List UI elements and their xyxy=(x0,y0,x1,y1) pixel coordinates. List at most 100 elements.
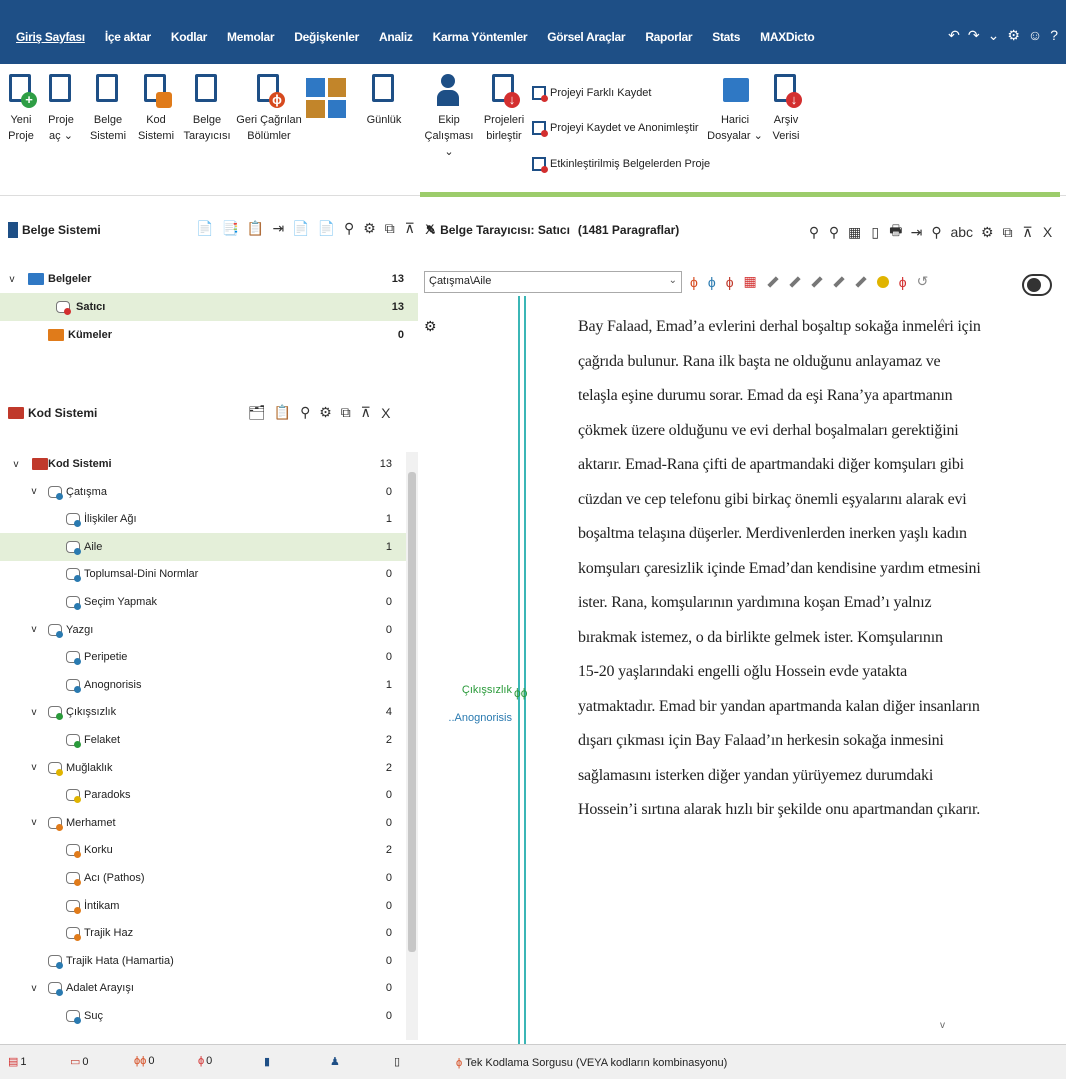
undo-icon[interactable]: ↶ xyxy=(948,27,960,44)
code-system-row[interactable]: Paradoks 0 xyxy=(0,781,418,809)
status-codes[interactable]: ▭ 0 xyxy=(70,1055,89,1069)
customize-icon[interactable]: ⌄ xyxy=(988,27,1000,44)
redo-icon[interactable]: ↷ xyxy=(968,27,980,44)
code-system-row[interactable]: Seçim Yapmak 0 xyxy=(0,588,418,616)
menu-tab-5[interactable]: Analiz xyxy=(369,30,423,44)
expand-toggle-icon[interactable]: v xyxy=(6,274,18,285)
document-scroll-up-icon[interactable]: ^ xyxy=(940,318,945,329)
code-system-row[interactable]: v Yazgı 0 xyxy=(0,616,418,644)
code-mark-anognorisis[interactable]: ..Anognorisis xyxy=(430,712,512,724)
document-system-tool-icon-5[interactable]: 📄 xyxy=(318,220,335,237)
document-system-tool-icon-9[interactable]: ⊼ xyxy=(404,220,416,237)
menu-tab-3[interactable]: Memolar xyxy=(217,30,284,44)
code-area-icon[interactable]: ▦ xyxy=(744,273,757,290)
expand-toggle-icon[interactable]: v xyxy=(10,459,22,470)
code-system-row[interactable]: Trajik Hata (Hamartia) 0 xyxy=(0,947,418,975)
highlight-pen-icon-3[interactable] xyxy=(811,275,823,288)
highlight-pen-icon-5[interactable] xyxy=(855,275,867,288)
document-system-tool-icon-7[interactable]: ⚙ xyxy=(363,220,376,237)
document-browser-button[interactable]: Belge Tarayıcısı xyxy=(182,72,232,144)
code-system-button[interactable]: Kod Sistemi xyxy=(134,72,178,144)
document-browser-tool-icon-8[interactable]: ⚙ xyxy=(981,224,994,241)
settings-gear-icon[interactable]: ⚙ xyxy=(424,318,437,335)
document-browser-tool-icon-5[interactable]: ⇥ xyxy=(910,224,923,241)
document-browser-tool-icon-9[interactable]: ⧉ xyxy=(1002,224,1014,241)
code-system-tool-icon-5[interactable]: ⊼ xyxy=(360,404,372,421)
expand-toggle-icon[interactable]: v xyxy=(28,983,40,994)
document-browser-tool-icon-7[interactable]: abc xyxy=(950,224,973,240)
code-system-tool-icon-6[interactable]: X xyxy=(380,405,392,421)
save-as-button[interactable]: Projeyi Farklı Kaydet xyxy=(532,86,651,102)
project-from-activated-button[interactable]: Etkinleştirilmiş Belgelerden Proje xyxy=(532,157,710,173)
document-system-tool-icon-0[interactable]: 📄 xyxy=(196,220,213,237)
status-user[interactable]: ♟ xyxy=(330,1055,340,1068)
code-system-row[interactable]: v Çatışma 0 xyxy=(0,478,418,506)
status-documents[interactable]: ▤ 1 xyxy=(8,1055,27,1069)
document-browser-tool-icon-3[interactable]: ▯ xyxy=(869,224,881,241)
code-system-row[interactable]: Felaket 2 xyxy=(0,726,418,754)
document-scroll-down-icon[interactable]: v xyxy=(940,1020,945,1031)
document-system-row[interactable]: Satıcı 13 xyxy=(0,293,418,321)
mode-toggle[interactable] xyxy=(1022,274,1052,296)
code-system-row[interactable]: v Merhamet 0 xyxy=(0,809,418,837)
code-system-row[interactable]: v Kod Sistemi 13 xyxy=(0,450,418,478)
highlight-pen-icon-2[interactable] xyxy=(789,275,801,288)
code-system-row[interactable]: Suç 0 xyxy=(0,1002,418,1030)
code-system-row[interactable]: Anognorisis 1 xyxy=(0,671,418,699)
expand-toggle-icon[interactable]: v xyxy=(28,817,40,828)
code-system-tool-icon-1[interactable]: 📋 xyxy=(274,404,291,421)
code-in-vivo-icon[interactable]: ϕ xyxy=(708,274,716,290)
code-marker-icon[interactable]: ϕ xyxy=(899,274,907,290)
expand-toggle-icon[interactable]: v xyxy=(28,486,40,497)
code-system-row[interactable]: Toplumsal-Dini Normlar 0 xyxy=(0,560,418,588)
document-system-tool-icon-1[interactable]: 📑 xyxy=(221,220,238,237)
logbook-button[interactable]: Günlük xyxy=(360,72,408,128)
document-system-row[interactable]: v Belgeler 13 xyxy=(0,265,418,293)
document-system-row[interactable]: Kümeler 0 xyxy=(0,321,418,349)
merge-projects-button[interactable]: ↓ Projeleri birleştir xyxy=(480,72,528,144)
status-page[interactable]: ▯ xyxy=(394,1055,400,1068)
expand-toggle-icon[interactable]: v xyxy=(28,707,40,718)
document-system-tool-icon-4[interactable]: 📄 xyxy=(292,220,309,237)
document-system-tool-icon-2[interactable]: 📋 xyxy=(247,220,264,237)
code-system-row[interactable]: Trajik Haz 0 xyxy=(0,919,418,947)
highlight-pen-icon[interactable] xyxy=(767,275,779,288)
expand-toggle-icon[interactable]: v xyxy=(28,624,40,635)
highlight-pen-icon-4[interactable] xyxy=(833,275,845,288)
document-system-tool-icon-3[interactable]: ⇥ xyxy=(272,220,284,237)
document-browser-tool-icon-10[interactable]: ⊼ xyxy=(1022,224,1034,241)
document-browser-tool-icon-0[interactable]: ⚲ xyxy=(808,224,820,241)
code-mark-cikissizlik[interactable]: Çıkışsızlık xyxy=(430,684,512,696)
document-browser-tool-icon-6[interactable]: ⚲ xyxy=(930,224,942,241)
code-system-row[interactable]: Korku 2 xyxy=(0,836,418,864)
code-filter-select[interactable]: Çatışma\Aile ⌄ xyxy=(424,271,682,293)
document-system-tool-icon-6[interactable]: ⚲ xyxy=(343,220,355,237)
menu-tab-9[interactable]: Stats xyxy=(702,30,750,44)
coding-query-status[interactable]: ϕ Tek Kodlama Sorgusu (VEYA kodların kom… xyxy=(456,1057,727,1069)
document-browser-tool-icon-1[interactable]: ⚲ xyxy=(828,224,840,241)
document-system-button[interactable]: Belge Sistemi xyxy=(84,72,132,144)
code-system-row[interactable]: Acı (Pathos) 0 xyxy=(0,864,418,892)
menu-tab-7[interactable]: Görsel Araçlar xyxy=(537,30,635,44)
code-system-row[interactable]: v Adalet Arayışı 0 xyxy=(0,974,418,1002)
color-dot-icon[interactable] xyxy=(876,275,889,288)
retrieved-segments-button[interactable]: ϕ Geri Çağrılan Bölümler xyxy=(236,72,302,144)
settings-icon[interactable]: ⚙ xyxy=(1007,27,1020,44)
document-text[interactable]: Bay Falaad, Emad’a evlerini derhal boşal… xyxy=(578,318,981,836)
menu-tab-6[interactable]: Karma Yöntemler xyxy=(423,30,538,44)
help-icon[interactable]: ? xyxy=(1050,27,1058,44)
code-system-row[interactable]: İlişkiler Ağı 1 xyxy=(0,505,418,533)
code-system-tool-icon-4[interactable]: ⧉ xyxy=(340,404,352,421)
menu-tab-0[interactable]: Giriş Sayfası xyxy=(6,30,95,44)
code-system-row[interactable]: v Çıkışsızlık 4 xyxy=(0,698,418,726)
status-segments[interactable]: ϕϕ 0 xyxy=(134,1055,154,1067)
code-icon[interactable]: ϕ xyxy=(690,274,698,290)
code-system-scroll-thumb[interactable] xyxy=(408,472,416,952)
status-doc-group[interactable]: ▮ xyxy=(264,1055,270,1068)
code-system-row[interactable]: Peripetie 0 xyxy=(0,643,418,671)
open-project-button[interactable]: Proje aç ⌄ xyxy=(40,72,82,144)
code-system-tool-icon-0[interactable]: 🗂 xyxy=(248,404,266,421)
menu-tab-8[interactable]: Raporlar xyxy=(635,30,702,44)
layout-grid-button[interactable] xyxy=(306,78,350,118)
external-files-button[interactable]: Harici Dosyalar ⌄ xyxy=(706,72,764,144)
